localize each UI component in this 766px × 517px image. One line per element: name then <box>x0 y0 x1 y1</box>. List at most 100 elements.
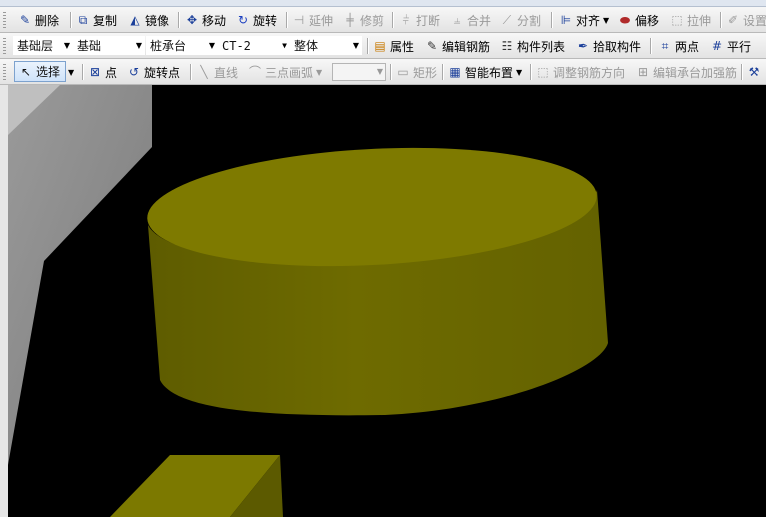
rectangle-button[interactable]: ▭ 矩形 <box>394 62 439 82</box>
separator <box>286 12 288 28</box>
wall-shape[interactable] <box>8 85 152 465</box>
cursor-icon: ↖ <box>20 64 32 79</box>
rectangle-icon: ▭ <box>397 65 409 79</box>
select-button[interactable]: ↖ 选择 <box>14 61 66 82</box>
toolbar-grip[interactable] <box>3 38 6 54</box>
separator <box>392 12 394 28</box>
adjust-direction-icon: ⬚ <box>537 65 549 79</box>
chevron-down-icon: ▼ <box>376 67 383 76</box>
smart-layout-button[interactable]: ▦ 智能布置 ▼ <box>446 62 524 82</box>
separator <box>390 64 392 80</box>
chevron-down-icon: ▼ <box>135 41 142 50</box>
copy-button[interactable]: ⧉ 复制 <box>74 10 119 30</box>
component-toolbar: 基础层 ▼ 基础 ▼ 桩承台 ▼ CT-2 ▼ 整体 ▼ ▤ 属性 ✎ 编辑钢筋 <box>0 33 766 59</box>
delete-icon: ✎ <box>19 13 31 27</box>
separator <box>82 64 84 80</box>
break-icon: ⫩ <box>402 13 410 27</box>
move-icon: ✥ <box>186 13 198 27</box>
align-icon: ⊫ <box>560 13 572 27</box>
separator <box>650 38 652 54</box>
offset-icon: ⬬ <box>619 13 631 27</box>
break-button[interactable]: ⫩ 打断 <box>397 10 442 30</box>
chevron-down-icon: ▼ <box>208 41 215 50</box>
edit-cap-reinforcement-button[interactable]: ⊞ 编辑承台加强筋 <box>634 62 739 82</box>
stretch-icon: ⬚ <box>671 13 683 27</box>
split-icon: ⟋ <box>502 13 512 27</box>
app-window: ✎ 删除 ⧉ 复制 ◭ 镜像 ✥ 移动 ↻ 旋转 ⊣ 延伸 ╪ 修剪 ⫩ 打断 … <box>0 0 766 517</box>
settings-button[interactable]: ✐ 设置 <box>724 10 766 30</box>
scene-canvas <box>8 85 608 517</box>
arc-icon: ⌒ <box>248 65 261 79</box>
chevron-down-icon: ▼ <box>68 67 75 77</box>
extend-button[interactable]: ⊣ 延伸 <box>290 10 335 30</box>
pick-component-button[interactable]: ✒ 拾取构件 <box>574 36 643 56</box>
title-strip <box>0 0 766 7</box>
chevron-down-icon: ▼ <box>63 41 70 50</box>
tool-icon: ⚒ <box>748 65 760 79</box>
stretch-button[interactable]: ⬚ 拉伸 <box>668 10 713 30</box>
eyedropper-icon: ✒ <box>577 39 589 53</box>
component-name-select[interactable]: CT-2 ▼ <box>218 36 290 55</box>
part-select[interactable]: 整体 ▼ <box>290 36 362 55</box>
two-points-icon: ⌗ <box>661 39 669 53</box>
toolbar-grip[interactable] <box>3 64 6 80</box>
move-button[interactable]: ✥ 移动 <box>183 10 228 30</box>
extra-tool-button[interactable]: ⚒ <box>745 62 763 82</box>
offset-button[interactable]: ⬬ 偏移 <box>616 10 661 30</box>
separator <box>178 12 180 28</box>
properties-button[interactable]: ▤ 属性 <box>371 36 416 56</box>
3d-viewport[interactable] <box>0 85 766 517</box>
edit-rebar-icon: ✎ <box>426 39 438 53</box>
separator <box>70 12 72 28</box>
chevron-down-icon: ▼ <box>516 67 523 77</box>
rotate-button[interactable]: ↻ 旋转 <box>234 10 279 30</box>
three-point-arc-button[interactable]: ⌒ 三点画弧 ▼ <box>246 62 324 82</box>
merge-icon: ⫨ <box>453 13 461 27</box>
component-list-button[interactable]: ☷ 构件列表 <box>498 36 567 56</box>
parallel-icon: # <box>711 39 723 53</box>
cap-reinforcement-icon: ⊞ <box>637 65 649 79</box>
copy-icon: ⧉ <box>78 13 88 27</box>
trim-icon: ╪ <box>346 13 354 27</box>
merge-button[interactable]: ⫨ 合并 <box>448 10 493 30</box>
mirror-icon: ◭ <box>130 13 140 27</box>
separator <box>741 64 743 80</box>
component-type-select[interactable]: 桩承台 ▼ <box>146 36 218 55</box>
select-dropdown-button[interactable]: ▼ <box>66 62 78 82</box>
rotate-point-button[interactable]: ↺ 旋转点 <box>125 62 182 82</box>
parallel-button[interactable]: # 平行 <box>708 36 753 56</box>
mirror-button[interactable]: ◭ 镜像 <box>126 10 171 30</box>
toolbar-grip[interactable] <box>3 12 6 28</box>
point-button[interactable]: ⊠ 点 <box>86 62 119 82</box>
two-points-button[interactable]: ⌗ 两点 <box>656 36 701 56</box>
extend-icon: ⊣ <box>293 13 305 27</box>
separator <box>190 64 192 80</box>
delete-button[interactable]: ✎ 删除 <box>16 10 61 30</box>
chevron-down-icon: ▼ <box>282 41 287 50</box>
rotate-icon: ↻ <box>237 13 249 27</box>
arc-option-select[interactable]: ▼ <box>332 63 386 81</box>
viewport-left-border <box>0 85 8 517</box>
edit-toolbar: ✎ 删除 ⧉ 复制 ◭ 镜像 ✥ 移动 ↻ 旋转 ⊣ 延伸 ╪ 修剪 ⫩ 打断 … <box>0 7 766 33</box>
floor-select[interactable]: 基础层 ▼ <box>13 36 73 55</box>
split-button[interactable]: ⟋ 分割 <box>498 10 543 30</box>
trim-button[interactable]: ╪ 修剪 <box>341 10 386 30</box>
settings-icon: ✐ <box>727 13 739 27</box>
separator <box>442 64 444 80</box>
separator <box>530 64 532 80</box>
smart-layout-icon: ▦ <box>449 65 461 79</box>
line-icon: ╲ <box>200 65 208 79</box>
align-dropdown-button[interactable]: ⊫ 对齐 ▼ <box>557 10 611 30</box>
point-icon: ⊠ <box>89 65 101 79</box>
chevron-down-icon: ▼ <box>352 41 359 50</box>
edit-rebar-button[interactable]: ✎ 编辑钢筋 <box>423 36 492 56</box>
properties-icon: ▤ <box>374 39 386 53</box>
line-button[interactable]: ╲ 直线 <box>195 62 240 82</box>
rotate-point-icon: ↺ <box>128 65 140 79</box>
separator <box>367 38 369 54</box>
adjust-rebar-direction-button[interactable]: ⬚ 调整钢筋方向 <box>534 62 627 82</box>
chevron-down-icon: ▼ <box>316 67 323 77</box>
separator <box>551 12 553 28</box>
separator <box>720 12 722 28</box>
category-select[interactable]: 基础 ▼ <box>73 36 145 55</box>
